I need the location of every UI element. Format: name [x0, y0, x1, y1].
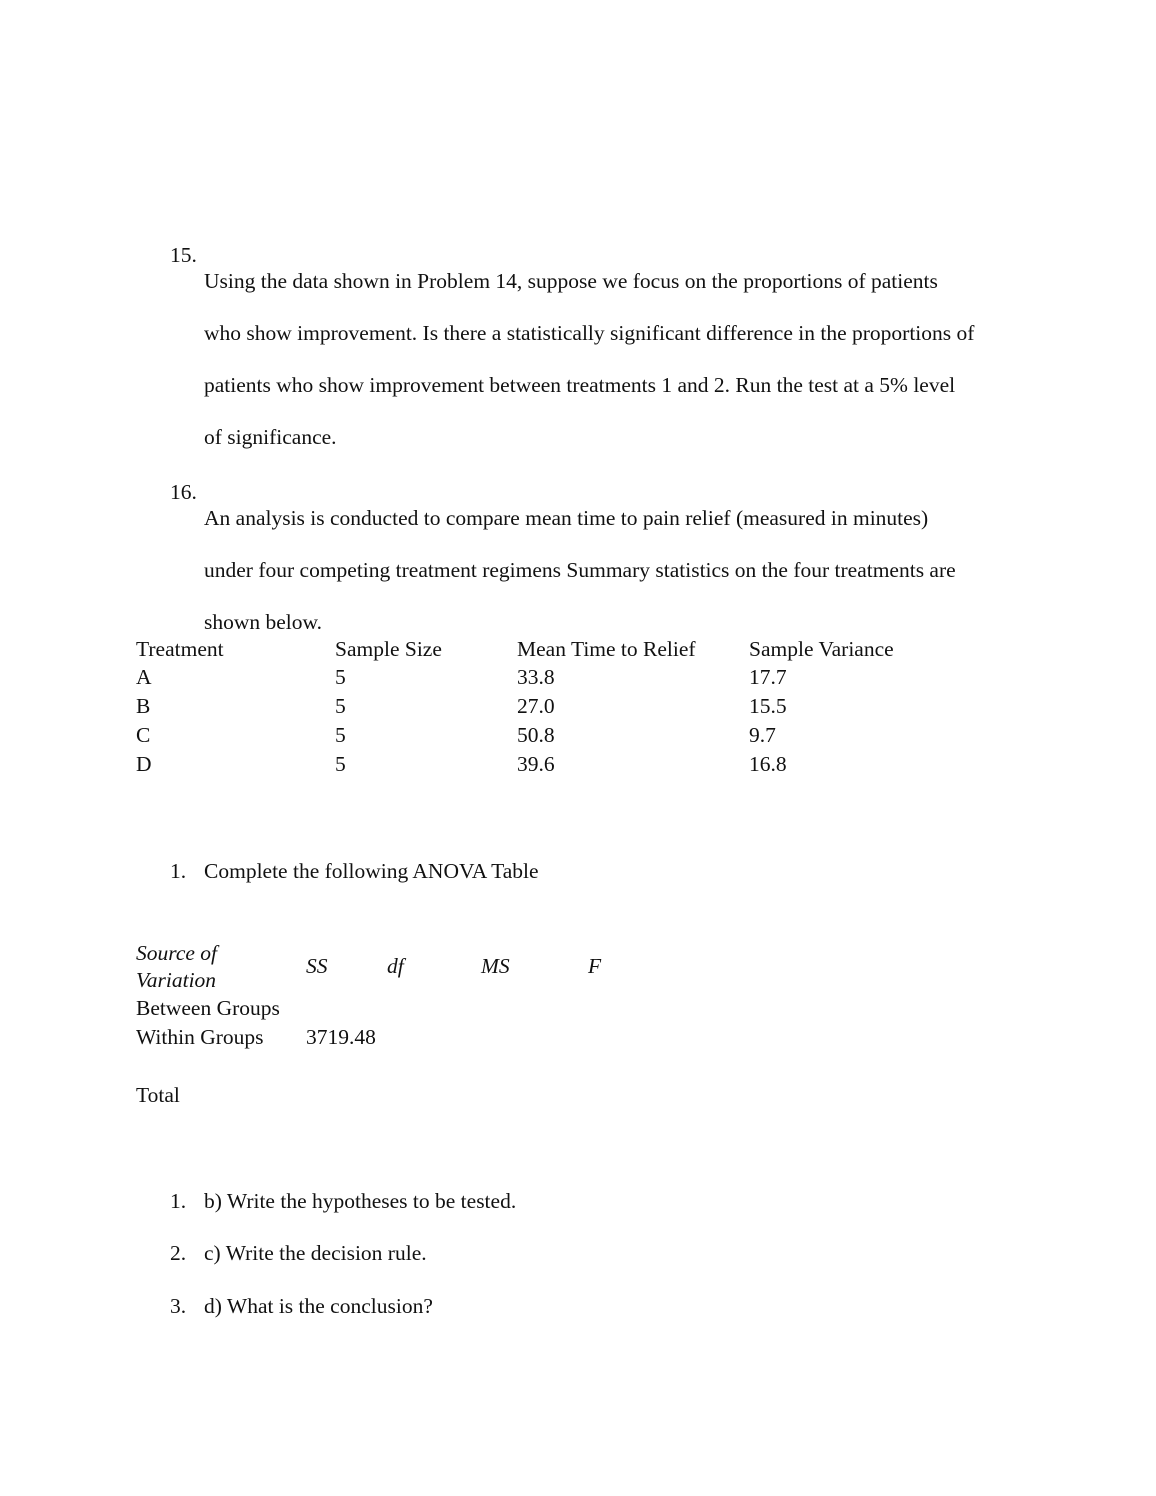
list-number: 1.	[170, 1189, 187, 1213]
cell-sample-size: 5	[335, 665, 346, 689]
problem-number: 16.	[170, 480, 197, 504]
header-sample-variance: Sample Variance	[749, 637, 894, 661]
row-label: Total	[136, 1083, 180, 1107]
header-df: df	[387, 954, 404, 978]
list-number: 1.	[170, 859, 187, 883]
cell-sample-variance: 16.8	[749, 752, 787, 776]
row-label: Within Groups	[136, 1025, 264, 1049]
problem-15: 15. Using the data shown in Problem 14, …	[170, 242, 1050, 476]
header-ss: SS	[306, 954, 328, 978]
cell-treatment: D	[136, 752, 152, 776]
problem-16: 16. An analysis is conducted to compare …	[170, 479, 1050, 661]
cell-treatment: A	[136, 665, 152, 689]
cell-sample-variance: 17.7	[749, 665, 787, 689]
cell-treatment: C	[136, 723, 151, 747]
header-ms: MS	[481, 954, 510, 978]
cell-sample-size: 5	[335, 723, 346, 747]
cell-mean-time: 39.6	[517, 752, 555, 776]
problem-text-line: patients who show improvement between tr…	[204, 373, 956, 397]
question-text: b) Write the hypotheses to be tested.	[204, 1189, 517, 1213]
cell-sample-variance: 9.7	[749, 723, 776, 747]
problem-text-line: under four competing treatment regimens …	[204, 558, 956, 582]
header-source-line2: Variation	[136, 968, 217, 992]
row-label: Between Groups	[136, 996, 280, 1020]
problem-text-line: who show improvement. Is there a statist…	[204, 321, 975, 345]
question-text: d) What is the conclusion?	[204, 1294, 433, 1318]
cell-sample-size: 5	[335, 694, 346, 718]
list-number: 3.	[170, 1294, 187, 1318]
cell-sample-size: 5	[335, 752, 346, 776]
question-text: c) Write the decision rule.	[204, 1241, 427, 1265]
cell-treatment: B	[136, 694, 151, 718]
instruction-text: Complete the following ANOVA Table	[204, 859, 539, 883]
problem-text-line: shown below.	[204, 610, 323, 634]
problem-number: 15.	[170, 243, 197, 267]
cell-mean-time: 33.8	[517, 665, 555, 689]
cell-mean-time: 27.0	[517, 694, 555, 718]
problem-text-line: Using the data shown in Problem 14, supp…	[204, 269, 938, 293]
cell-mean-time: 50.8	[517, 723, 555, 747]
problem-text-line: An analysis is conducted to compare mean…	[204, 506, 929, 530]
header-source-line1: Source of	[136, 941, 218, 965]
list-number: 2.	[170, 1241, 187, 1265]
cell-sample-variance: 15.5	[749, 694, 787, 718]
cell-ss: 3719.48	[306, 1025, 376, 1049]
header-mean-time: Mean Time to Relief	[517, 637, 696, 661]
header-treatment: Treatment	[136, 637, 224, 661]
problem-text-line: of significance.	[204, 425, 337, 449]
header-f: F	[588, 954, 602, 978]
header-sample-size: Sample Size	[335, 637, 442, 661]
